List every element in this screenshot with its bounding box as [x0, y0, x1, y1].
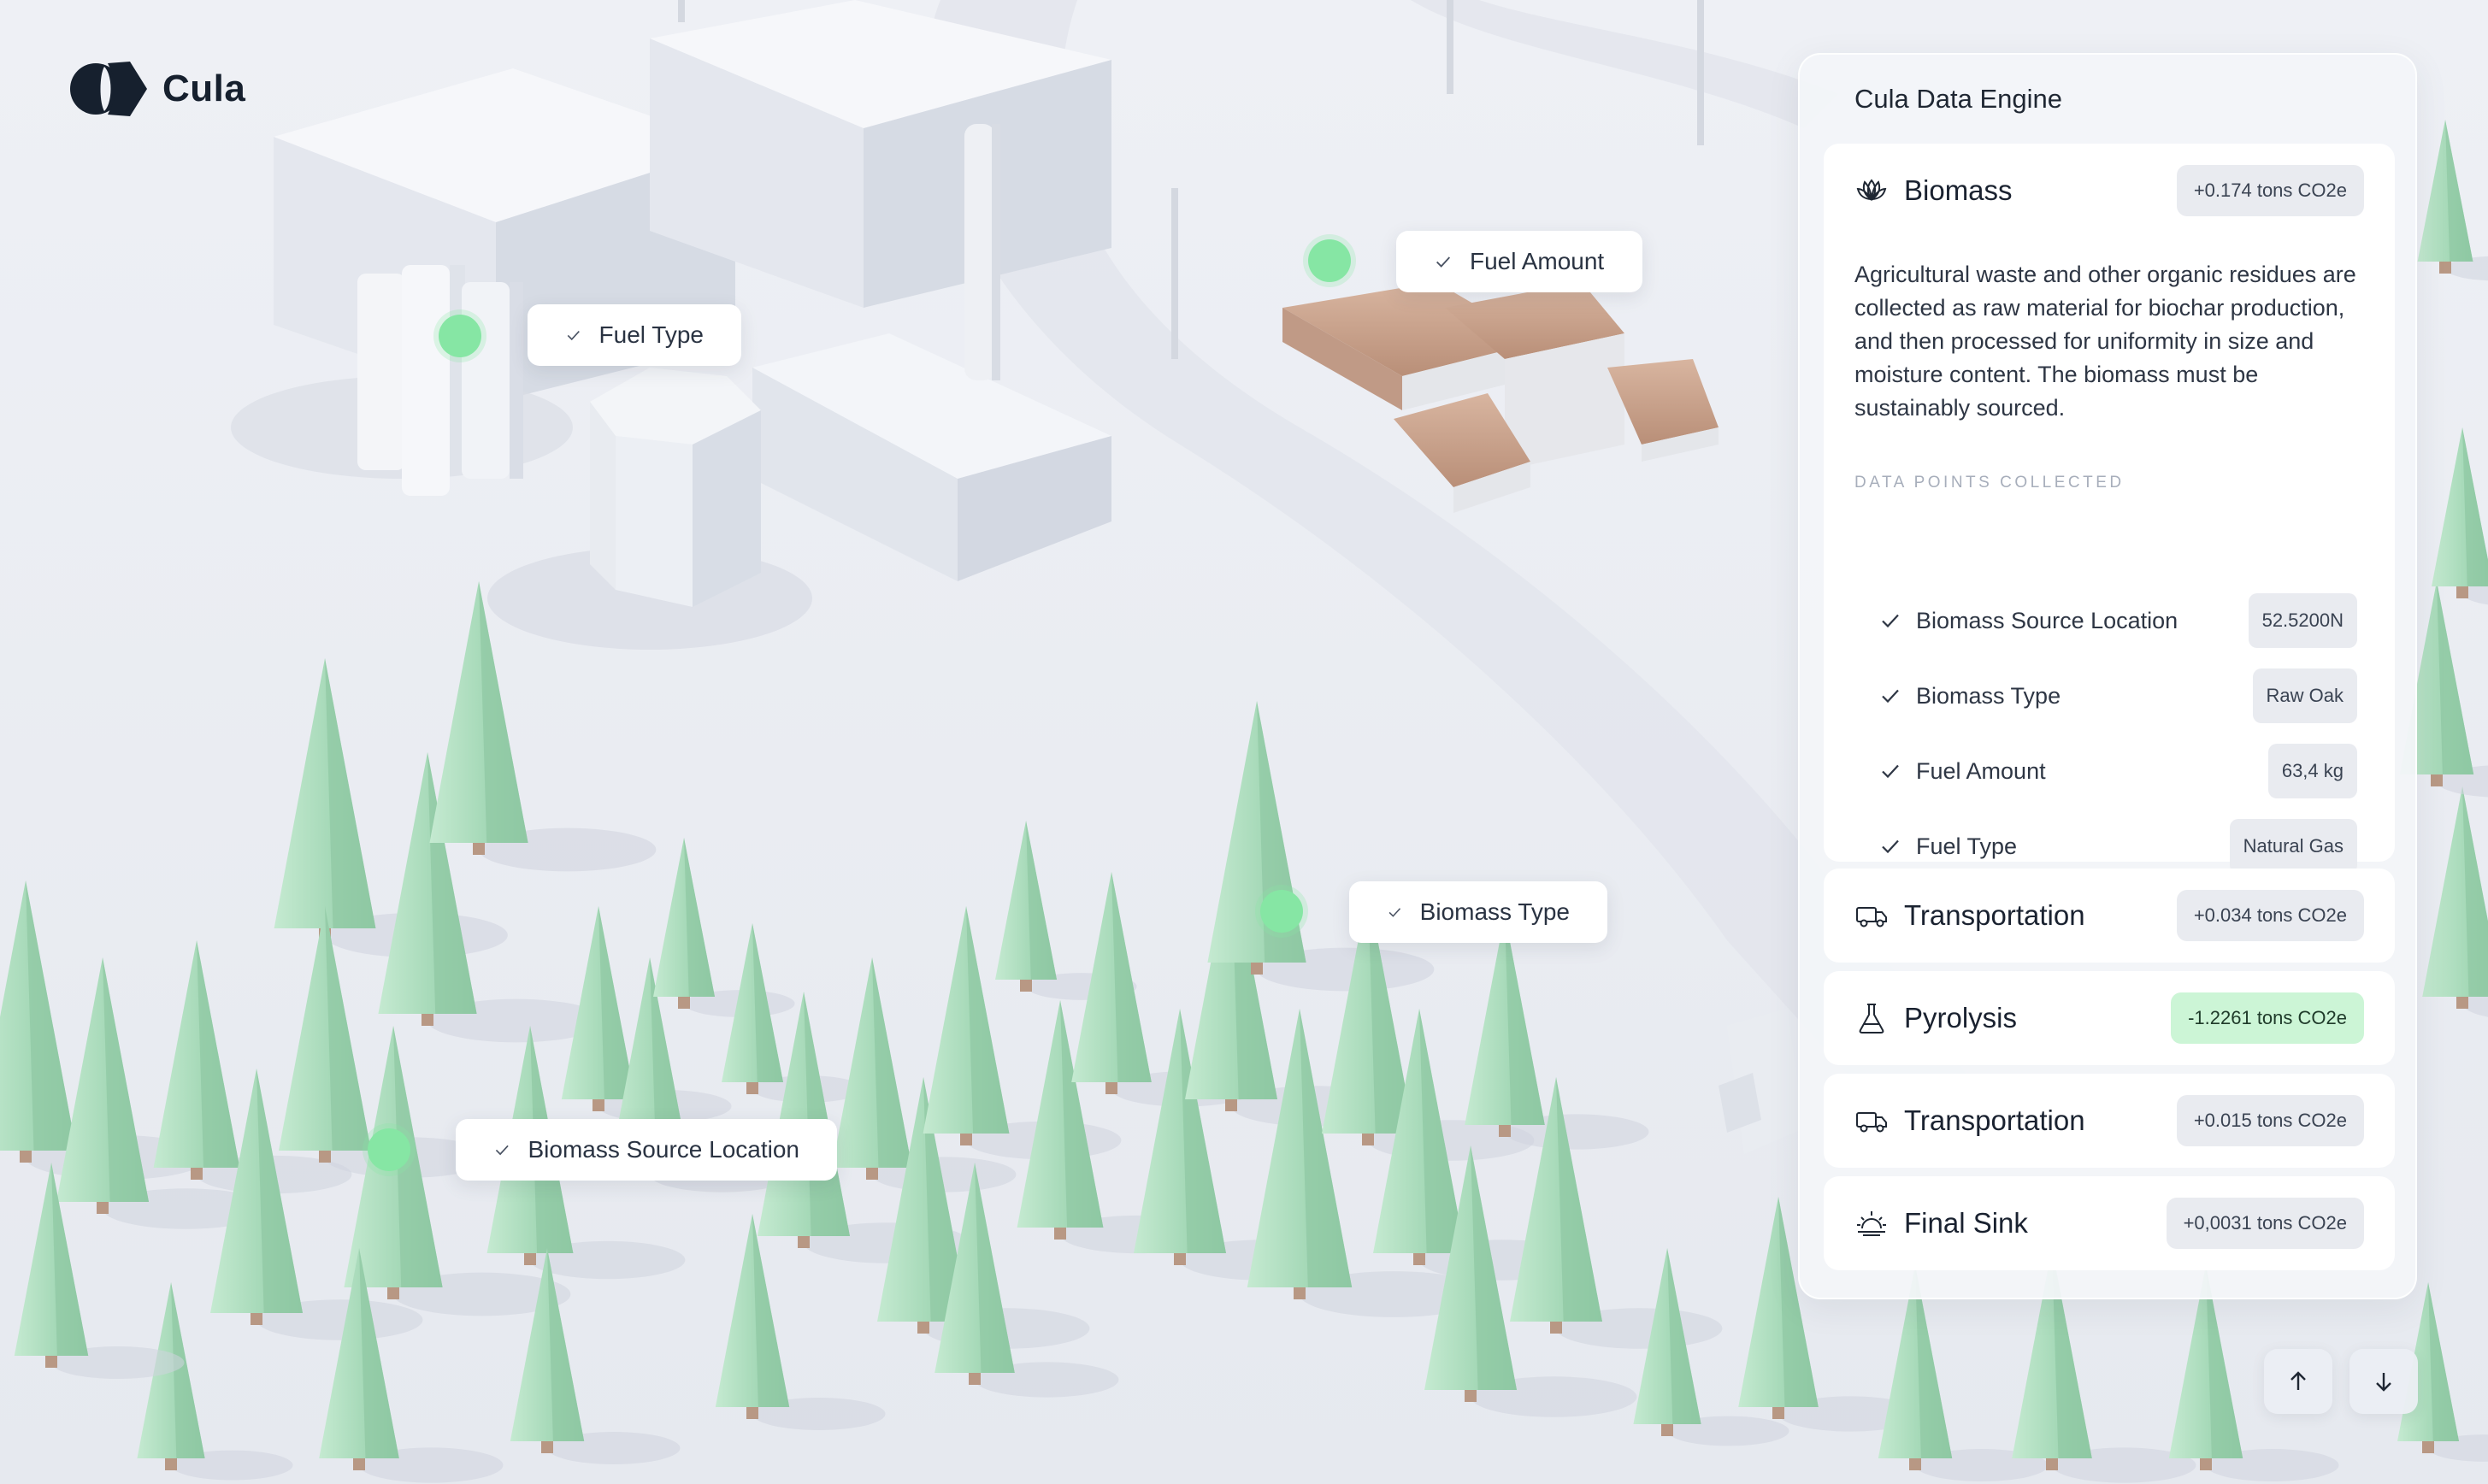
final-sink-card[interactable]: Final Sink +0,0031 tons CO2e: [1824, 1176, 2395, 1270]
check-icon: [495, 1145, 509, 1156]
biomass-type-marker[interactable]: [1260, 890, 1303, 933]
arrow-down-icon: [2376, 1373, 2391, 1392]
data-point-label: Fuel Amount: [1916, 757, 2046, 784]
check-icon: [1882, 689, 1899, 704]
co2e-badge: -1.2261 tons CO2e: [2171, 992, 2364, 1044]
co2e-badge: +0.034 tons CO2e: [2176, 890, 2364, 941]
truck-icon: [1856, 1112, 1887, 1133]
arrow-up-icon: [2290, 1371, 2306, 1390]
map-pin-label: Fuel Amount: [1470, 248, 1605, 274]
map-pin-biomass-source-location[interactable]: Biomass Source Location: [456, 1119, 837, 1181]
map-pin-fuel-amount[interactable]: Fuel Amount: [1396, 231, 1642, 292]
transportation-card-2[interactable]: Transportation +0.015 tons CO2e: [1824, 1074, 2395, 1168]
cula-logo[interactable]: Cula: [68, 62, 245, 116]
check-icon: [1882, 614, 1899, 628]
data-points-heading: DATA POINTS COLLECTED: [1854, 474, 2125, 492]
check-icon: [567, 330, 580, 341]
map-pin-label: Biomass Source Location: [528, 1136, 799, 1163]
scroll-up-button[interactable]: [2264, 1349, 2332, 1414]
map-pin-label: Fuel Type: [598, 321, 704, 348]
card-header: Final Sink +0,0031 tons CO2e: [1854, 1176, 2364, 1270]
card-header: Transportation +0.015 tons CO2e: [1854, 1074, 2364, 1168]
lotus-icon: [1856, 179, 1887, 201]
brand-name: Cula: [162, 68, 246, 109]
card-header: Pyrolysis -1.2261 tons CO2e: [1854, 971, 2364, 1065]
data-point-row: Biomass Source Location 52.5200N: [1880, 593, 2357, 648]
stage-title: Pyrolysis: [1904, 1002, 2018, 1034]
stage-title: Final Sink: [1904, 1207, 2028, 1239]
data-point-value: Raw Oak: [2252, 668, 2357, 723]
map-pin-label: Biomass Type: [1419, 898, 1570, 925]
co2e-badge: +0,0031 tons CO2e: [2166, 1198, 2364, 1249]
data-point-value: 63,4 kg: [2267, 744, 2357, 798]
data-point-value: 52.5200N: [2248, 593, 2357, 648]
transportation-card[interactable]: Transportation +0.034 tons CO2e: [1824, 869, 2395, 963]
cula-logo-icon: [68, 62, 147, 116]
data-point-label: Fuel Type: [1916, 833, 2018, 859]
data-engine-panel: Cula Data Engine Biomass +0.174 tons CO2…: [1798, 53, 2417, 1299]
hex-silo: [590, 368, 761, 607]
check-icon: [1388, 908, 1401, 917]
data-point-row: Fuel Amount 63,4 kg: [1880, 744, 2357, 798]
scroll-down-button[interactable]: [2349, 1349, 2418, 1414]
data-point-row: Biomass Type Raw Oak: [1880, 668, 2357, 723]
fuel-type-marker[interactable]: [439, 315, 481, 357]
check-icon: [1882, 839, 1899, 854]
biomass-source-location-marker[interactable]: [368, 1128, 410, 1171]
check-icon: [1436, 256, 1451, 268]
silos: [357, 265, 523, 496]
sunrise-icon: [1857, 1211, 1886, 1236]
check-icon: [1882, 764, 1899, 779]
card-header: Transportation +0.034 tons CO2e: [1854, 869, 2364, 963]
biomass-card-header[interactable]: Biomass +0.174 tons CO2e: [1854, 144, 2364, 238]
biomass-title: Biomass: [1904, 174, 2013, 206]
truck-icon: [1856, 907, 1887, 928]
flask-icon: [1859, 1004, 1884, 1034]
data-point-label: Biomass Type: [1916, 682, 2061, 709]
data-point-value: Natural Gas: [2229, 819, 2357, 874]
data-point-row: Fuel Type Natural Gas: [1880, 819, 2357, 874]
stage-title: Transportation: [1904, 899, 2085, 931]
biomass-description: Agricultural waste and other organic res…: [1854, 262, 2356, 421]
biomass-card[interactable]: Biomass +0.174 tons CO2e Agricultural wa…: [1824, 144, 2395, 874]
fuel-amount-marker[interactable]: [1308, 239, 1351, 282]
data-point-label: Biomass Source Location: [1916, 607, 2178, 633]
map-pin-fuel-type[interactable]: Fuel Type: [528, 304, 741, 366]
panel-title: Cula Data Engine: [1854, 84, 2062, 114]
co2e-badge: +0.015 tons CO2e: [2176, 1095, 2364, 1146]
map-pin-biomass-type[interactable]: Biomass Type: [1349, 881, 1607, 943]
co2e-badge: +0.174 tons CO2e: [2176, 165, 2364, 216]
stage-title: Transportation: [1904, 1104, 2085, 1136]
pyrolysis-card[interactable]: Pyrolysis -1.2261 tons CO2e: [1824, 971, 2395, 1065]
